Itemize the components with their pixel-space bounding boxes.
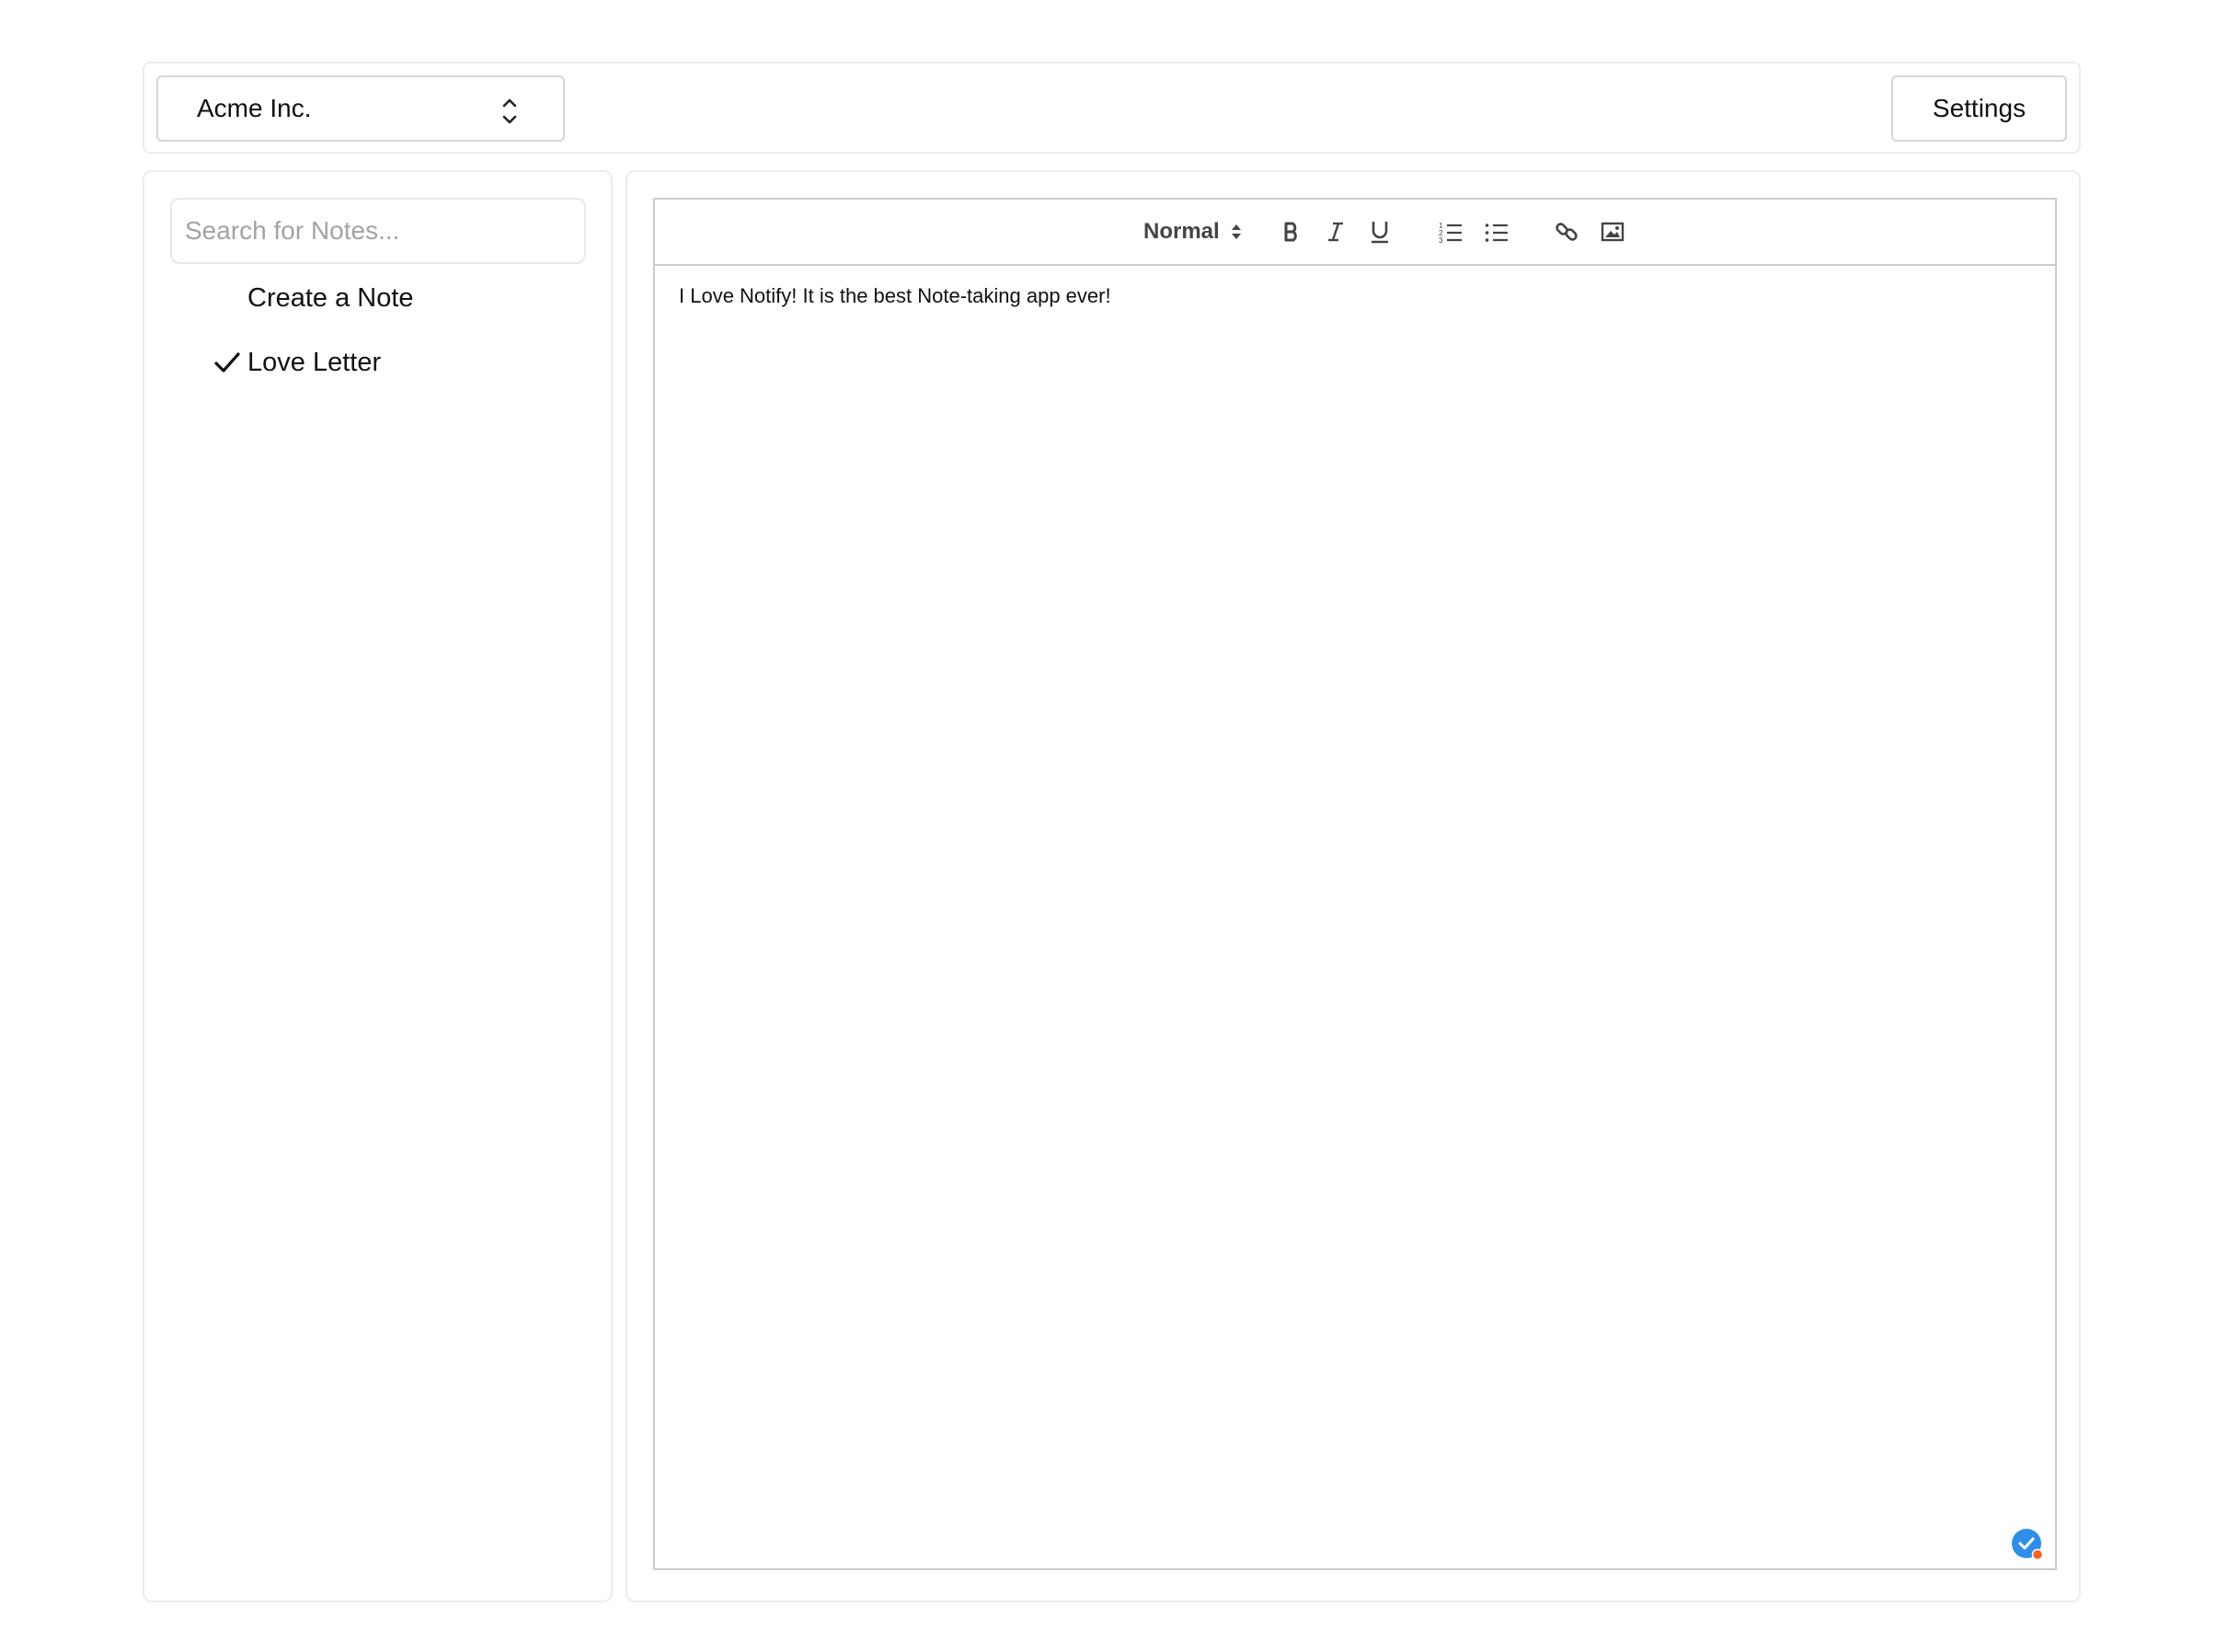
- ordered-list-icon: 1 2 3: [1439, 222, 1462, 243]
- notes-sidebar: Create a Note Love Letter: [143, 170, 613, 1602]
- svg-text:3: 3: [1439, 236, 1443, 243]
- checkmark-icon: [214, 352, 240, 373]
- ordered-list-button[interactable]: 1 2 3: [1428, 200, 1474, 264]
- create-note-label: Create a Note: [247, 283, 414, 313]
- header-format-select[interactable]: Normal: [1143, 200, 1254, 264]
- editor-panel: Normal 1 2 3 I Love Notify! It is the be…: [626, 170, 2081, 1602]
- top-bar: Acme Inc. Settings: [143, 62, 2081, 154]
- bullet-list-button[interactable]: [1474, 200, 1520, 264]
- bold-button[interactable]: [1269, 200, 1314, 264]
- bullet-list-icon: [1485, 224, 1508, 242]
- italic-icon: [1328, 222, 1343, 242]
- bold-icon: [1284, 222, 1297, 242]
- search-notes-input[interactable]: [170, 198, 586, 264]
- link-button[interactable]: [1544, 200, 1590, 264]
- image-icon: [1601, 222, 1625, 242]
- underline-button[interactable]: [1358, 200, 1402, 264]
- editor-paragraph: I Love Notify! It is the best Note-takin…: [679, 284, 1111, 307]
- note-list-item[interactable]: Love Letter: [214, 344, 382, 381]
- sort-arrows-icon: [1231, 224, 1241, 239]
- italic-button[interactable]: [1314, 200, 1358, 264]
- create-note-button[interactable]: Create a Note: [247, 280, 414, 316]
- note-title: Love Letter: [247, 348, 382, 377]
- organization-select-value: Acme Inc.: [197, 94, 312, 122]
- organization-select[interactable]: Acme Inc.: [156, 75, 565, 142]
- image-button[interactable]: [1590, 200, 1636, 264]
- header-format-value: Normal: [1143, 219, 1220, 244]
- editor-toolbar: Normal 1 2 3: [653, 198, 2057, 266]
- check-circle-icon[interactable]: [2011, 1528, 2044, 1561]
- chevron-up-down-icon: [502, 98, 517, 124]
- editor-content[interactable]: I Love Notify! It is the best Note-takin…: [653, 264, 2057, 1570]
- underline-icon: [1372, 222, 1388, 244]
- settings-button[interactable]: Settings: [1891, 75, 2067, 142]
- link-icon: [1556, 223, 1578, 241]
